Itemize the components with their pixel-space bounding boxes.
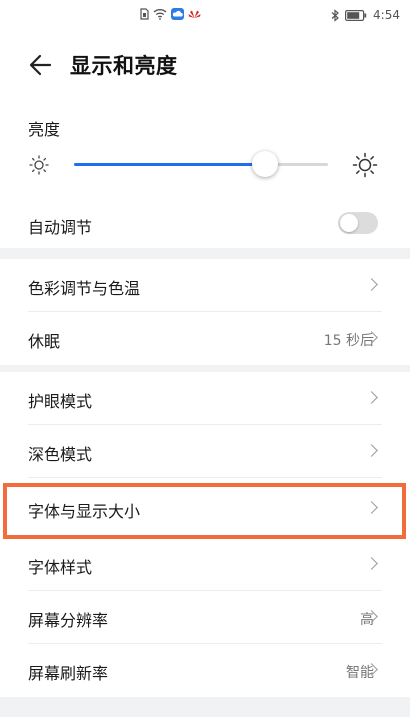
list-item-dark-mode[interactable]: 深色模式 — [0, 425, 410, 478]
list-item-font-and-display-size[interactable]: 字体与显示大小 — [0, 478, 410, 538]
battery-icon — [345, 9, 367, 21]
brightness-label: 亮度 — [28, 120, 61, 139]
list-item-label: 字体样式 — [28, 558, 93, 577]
list-item-screen-resolution[interactable]: 屏幕分辨率 高 — [0, 591, 410, 644]
page-header: 显示和亮度 — [0, 34, 410, 98]
brightness-low-icon — [29, 155, 49, 175]
list-item-label: 深色模式 — [28, 445, 93, 464]
brightness-high-icon — [352, 152, 378, 178]
list-item-value: 15 秒后 — [323, 333, 374, 349]
huawei-logo-icon — [188, 10, 201, 18]
bluetooth-icon — [331, 8, 339, 22]
brightness-slider-fill — [74, 163, 265, 166]
page-title: 显示和亮度 — [70, 54, 178, 78]
auto-brightness-toggle[interactable] — [338, 212, 378, 234]
status-bar-right-icons: 4:54 — [331, 8, 400, 22]
list-item-label: 字体与显示大小 — [28, 502, 141, 521]
list-item-label: 屏幕刷新率 — [28, 664, 109, 683]
brightness-slider[interactable] — [74, 151, 328, 179]
chevron-right-icon — [365, 557, 378, 570]
brightness-slider-thumb[interactable] — [251, 151, 278, 177]
status-bar-left-icons — [140, 8, 201, 20]
list-item-label: 休眠 — [28, 332, 61, 351]
display-section-2: 护眼模式 深色模式 字体与显示大小 字体样式 屏幕分辨率 高 屏幕刷新率 智能 — [0, 372, 410, 697]
chevron-right-icon — [365, 501, 378, 514]
chevron-right-icon — [365, 391, 378, 404]
status-time: 4:54 — [373, 8, 400, 22]
chevron-right-icon — [365, 444, 378, 457]
list-item-label: 护眼模式 — [28, 392, 93, 411]
cloud-icon — [171, 8, 184, 20]
list-item-refresh-rate[interactable]: 屏幕刷新率 智能 — [0, 644, 410, 697]
back-arrow-icon[interactable] — [26, 50, 56, 80]
list-item-label: 色彩调节与色温 — [28, 279, 141, 298]
chevron-right-icon — [365, 278, 378, 291]
brightness-card: 亮度 自动调节 — [0, 98, 410, 248]
auto-brightness-row: 自动调节 — [0, 202, 410, 248]
settings-page: 4:54 显示和亮度 亮度 自动调节 色彩调节与色温 休眠 15 秒后 护眼模式… — [0, 0, 410, 717]
status-bar: 4:54 — [0, 0, 410, 34]
list-item-eye-comfort[interactable]: 护眼模式 — [0, 372, 410, 425]
sim-card-icon — [140, 8, 149, 20]
toggle-knob — [340, 214, 358, 232]
list-item-color-temperature[interactable]: 色彩调节与色温 — [0, 259, 410, 312]
auto-brightness-label: 自动调节 — [28, 218, 93, 237]
wifi-icon — [153, 9, 167, 20]
display-section-1: 色彩调节与色温 休眠 15 秒后 — [0, 259, 410, 365]
list-item-font-style[interactable]: 字体样式 — [0, 538, 410, 591]
list-item-sleep[interactable]: 休眠 15 秒后 — [0, 312, 410, 365]
list-item-label: 屏幕分辨率 — [28, 611, 109, 630]
